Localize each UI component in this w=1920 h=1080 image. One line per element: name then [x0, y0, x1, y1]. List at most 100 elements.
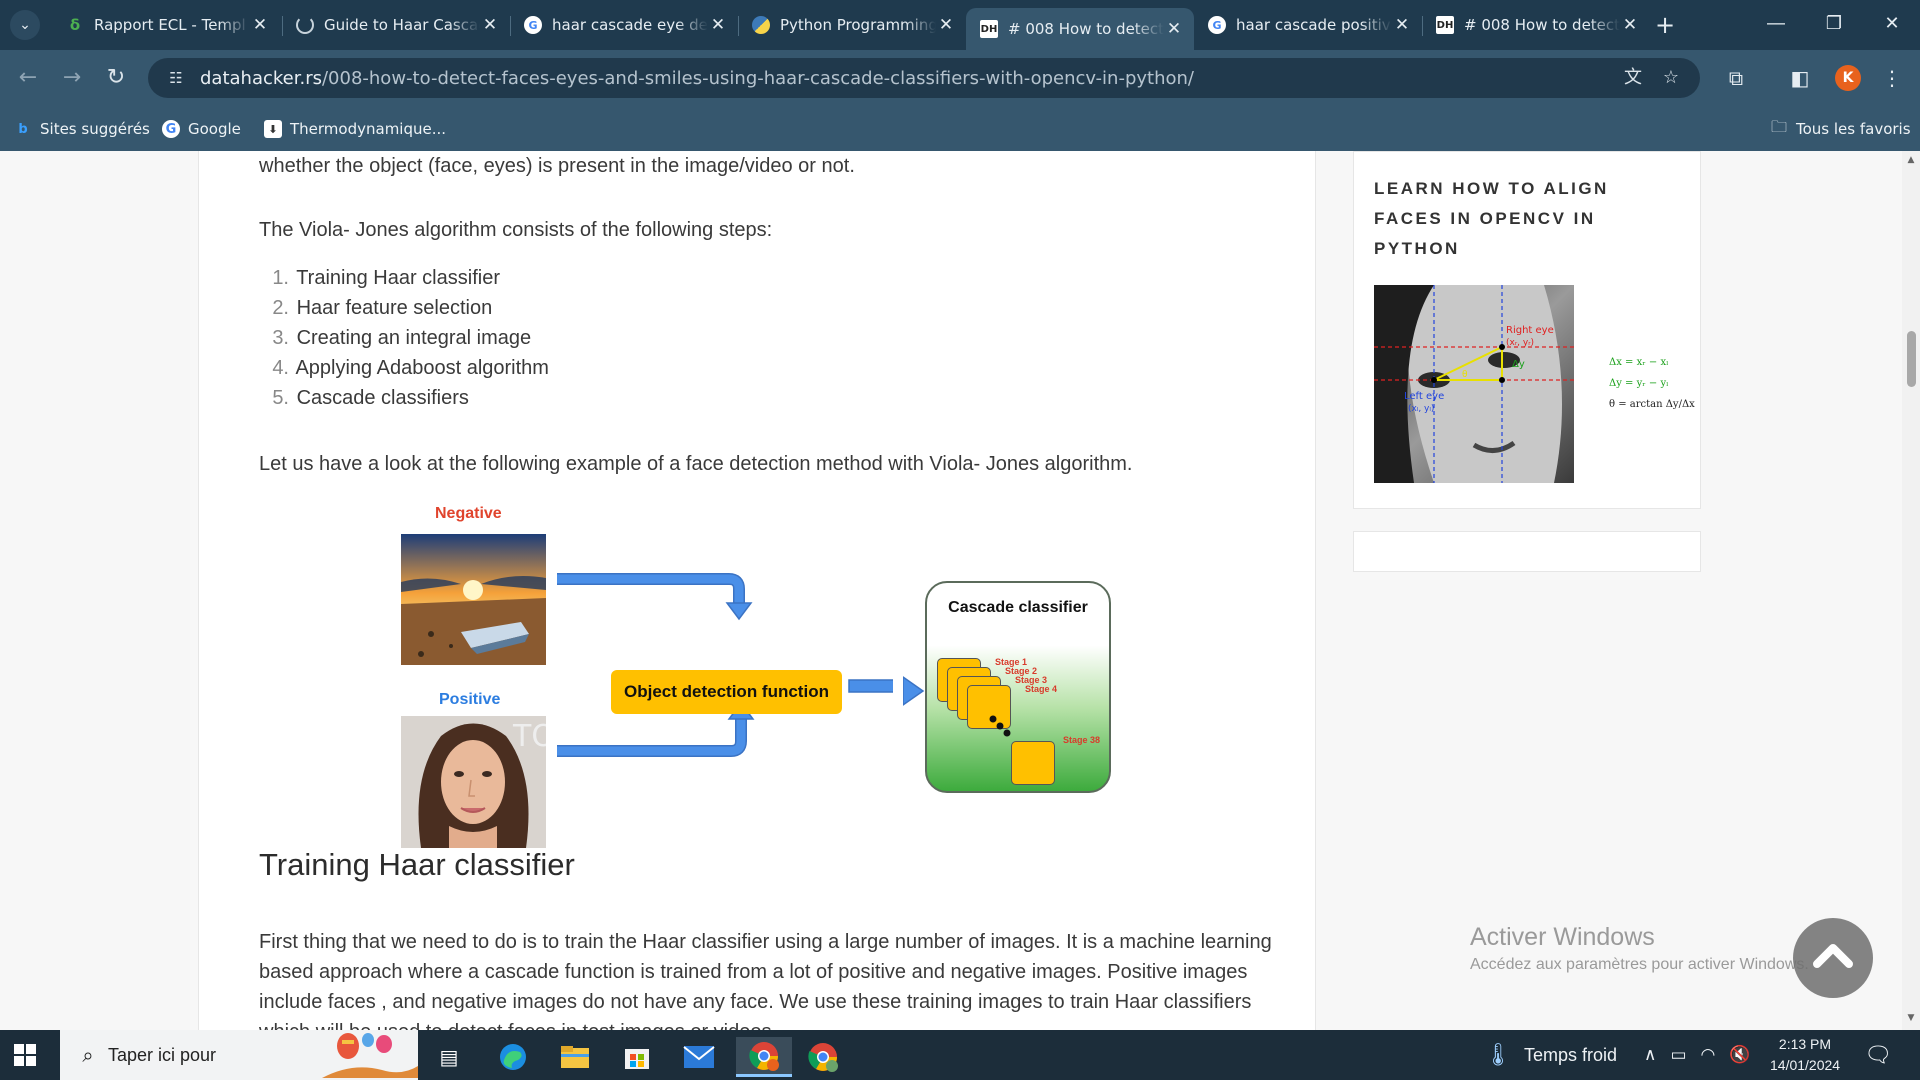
- svg-text:Left eye: Left eye: [1404, 391, 1444, 402]
- edge-app[interactable]: [488, 1037, 538, 1077]
- close-icon[interactable]: ✕: [480, 15, 500, 35]
- formula-theta: θ = arctan Δy/Δx: [1609, 399, 1695, 410]
- task-view-icon: ▤: [439, 1045, 459, 1069]
- tab-title: Python Programming: [780, 16, 936, 34]
- weather-widget[interactable]: 🌡 Temps froid: [1484, 1030, 1617, 1080]
- tab-python-programming[interactable]: Python Programming ✕: [738, 8, 966, 42]
- store-icon: [625, 1049, 649, 1069]
- wifi-icon[interactable]: ◠: [1701, 1045, 1716, 1065]
- battery-icon[interactable]: ▭: [1670, 1045, 1686, 1065]
- tab-search-button[interactable]: ⌄: [10, 10, 40, 40]
- tab-guide-haar[interactable]: Guide to Haar Cascad ✕: [282, 8, 510, 42]
- cascade-classifier-box: Cascade classifier Stage 1 Stage 2 Stage…: [925, 581, 1111, 793]
- mail-app[interactable]: [674, 1037, 724, 1077]
- steps-list: 1. Training Haar classifier 2. Haar feat…: [259, 263, 549, 413]
- close-icon[interactable]: ✕: [1620, 15, 1640, 35]
- formula-dy: Δy = yᵣ − yₗ: [1609, 378, 1669, 389]
- loading-icon: [296, 16, 314, 34]
- tab-haar-positive[interactable]: G haar cascade positive ✕: [1194, 8, 1422, 42]
- menu-icon[interactable]: ⋮: [1876, 62, 1908, 94]
- tab-008-how-to-detect[interactable]: DH # 008 How to detect ✕: [1422, 8, 1650, 42]
- reload-button[interactable]: ↻: [100, 62, 132, 94]
- sidebar-title-link[interactable]: LEARN HOW TO ALIGN FACES IN OPENCV IN PY…: [1374, 174, 1634, 264]
- tab-008-how-to-detect-active[interactable]: DH # 008 How to detect ✕: [966, 8, 1194, 50]
- store-app[interactable]: [612, 1037, 662, 1077]
- google-icon: G: [162, 120, 180, 138]
- forward-button[interactable]: →: [56, 62, 88, 94]
- close-icon[interactable]: ✕: [936, 15, 956, 35]
- translate-icon[interactable]: 文: [1620, 66, 1646, 90]
- bookmark-google[interactable]: G Google: [162, 117, 241, 141]
- bookmark-sites-suggeres[interactable]: b Sites suggérés: [14, 117, 150, 141]
- close-icon[interactable]: ✕: [1164, 19, 1184, 39]
- tab-title: haar cascade positive: [1236, 16, 1392, 34]
- chevron-down-icon: ⌄: [19, 17, 31, 33]
- scroll-to-top-button[interactable]: [1793, 918, 1873, 998]
- url-path: /008-how-to-detect-faces-eyes-and-smiles…: [321, 67, 1194, 89]
- url-text[interactable]: datahacker.rs/008-how-to-detect-faces-ey…: [200, 68, 1194, 89]
- windows-start-icon[interactable]: [12, 1042, 38, 1068]
- object-detection-function-box: Object detection function: [611, 670, 842, 714]
- notifications-button[interactable]: 🗨: [1864, 1030, 1892, 1080]
- svg-text:Right eye: Right eye: [1506, 325, 1554, 336]
- scrollbar-thumb[interactable]: [1907, 331, 1916, 387]
- address-bar[interactable]: ☷ datahacker.rs/008-how-to-detect-faces-…: [148, 58, 1700, 98]
- tab-strip: ⌄ δ Rapport ECL - Templ ✕ Guide to Haar …: [0, 0, 1920, 50]
- folder-icon: 🗀: [1770, 116, 1787, 136]
- close-icon[interactable]: ✕: [708, 15, 728, 35]
- scroll-down-arrow[interactable]: ▼: [1905, 1013, 1917, 1023]
- negative-label: Negative: [435, 505, 502, 522]
- python-icon: [752, 16, 770, 34]
- svg-text:Δy: Δy: [1512, 359, 1525, 370]
- align-faces-image[interactable]: Right eye (xᵣ, yᵣ) Left eye (xₗ, yₗ) Δy …: [1374, 285, 1574, 483]
- browser-toolbar: ← → ↻ ☷ datahacker.rs/008-how-to-detect-…: [0, 50, 1920, 106]
- tab-haar-eye[interactable]: G haar cascade eye dete ✕: [510, 8, 738, 42]
- chevron-up-icon[interactable]: ∧: [1644, 1045, 1656, 1065]
- stage-label: Stage 4: [1025, 684, 1058, 694]
- file-explorer-app[interactable]: [550, 1037, 600, 1077]
- chrome-app-secondary[interactable]: [798, 1037, 848, 1077]
- scroll-up-arrow[interactable]: ▲: [1905, 155, 1917, 165]
- list-item: 2. Haar feature selection: [272, 297, 493, 319]
- tab-title: # 008 How to detect: [1464, 16, 1620, 34]
- window-close-button[interactable]: ✕: [1872, 8, 1912, 40]
- all-bookmarks-label: Tous les favoris: [1796, 120, 1911, 138]
- weather-text: Temps froid: [1523, 1044, 1617, 1065]
- negative-sample-image: [401, 534, 546, 665]
- svg-text:(xₗ, yₗ): (xₗ, yₗ): [1408, 404, 1434, 414]
- profile-avatar[interactable]: K: [1835, 65, 1861, 91]
- tab-title: haar cascade eye dete: [552, 16, 708, 34]
- url-domain: datahacker.rs: [200, 67, 322, 89]
- page-viewport: whether the object (face, eyes) is prese…: [0, 151, 1920, 1030]
- tab-rapport-ecl[interactable]: δ Rapport ECL - Templ ✕: [52, 8, 280, 42]
- article-paragraph: First thing that we need to do is to tra…: [259, 931, 1272, 1030]
- activation-subtitle: Accédez aux paramètres pour activer Wind…: [1470, 956, 1809, 973]
- volume-muted-icon[interactable]: 🔇: [1729, 1045, 1750, 1065]
- taskbar-clock[interactable]: 2:13 PM 14/01/2024: [1770, 1034, 1840, 1076]
- tab-title: # 008 How to detect: [1008, 20, 1164, 38]
- restore-button[interactable]: ❐: [1814, 8, 1854, 40]
- back-button[interactable]: ←: [12, 62, 44, 94]
- close-icon[interactable]: ✕: [250, 15, 270, 35]
- page-scrollbar[interactable]: ▲ ▼: [1902, 151, 1920, 1030]
- extensions-icon[interactable]: ⧉: [1720, 62, 1752, 94]
- svg-text:TO: TO: [512, 719, 546, 754]
- notification-icon: 🗨: [1864, 1042, 1892, 1067]
- all-bookmarks-button[interactable]: 🗀 Tous les favoris: [1770, 117, 1911, 141]
- bookmark-thermodynamique[interactable]: ⬇ Thermodynamique...: [264, 117, 446, 141]
- svg-text:θ: θ: [1462, 370, 1468, 380]
- minimize-button[interactable]: ―: [1756, 8, 1796, 40]
- site-info-icon[interactable]: ☷: [162, 69, 190, 87]
- taskbar-search-box[interactable]: ⌕ Taper ici pour: [60, 1030, 418, 1080]
- side-panel-icon[interactable]: ◧: [1784, 62, 1816, 94]
- alignment-formulas: Δx = xᵣ − xₗ Δy = yᵣ − yₗ θ = arctan Δy/…: [1609, 352, 1695, 415]
- bookmark-star-icon[interactable]: ☆: [1658, 66, 1684, 90]
- sidebar-card-empty: [1353, 531, 1701, 572]
- new-tab-button[interactable]: +: [1650, 10, 1680, 40]
- task-view-button[interactable]: ▤: [424, 1037, 474, 1077]
- close-icon[interactable]: ✕: [1392, 15, 1412, 35]
- arrow-to-cascade: [903, 676, 925, 706]
- chrome-app-active[interactable]: [736, 1037, 792, 1077]
- stage-square: [1011, 741, 1055, 785]
- article-column: whether the object (face, eyes) is prese…: [198, 151, 1316, 1030]
